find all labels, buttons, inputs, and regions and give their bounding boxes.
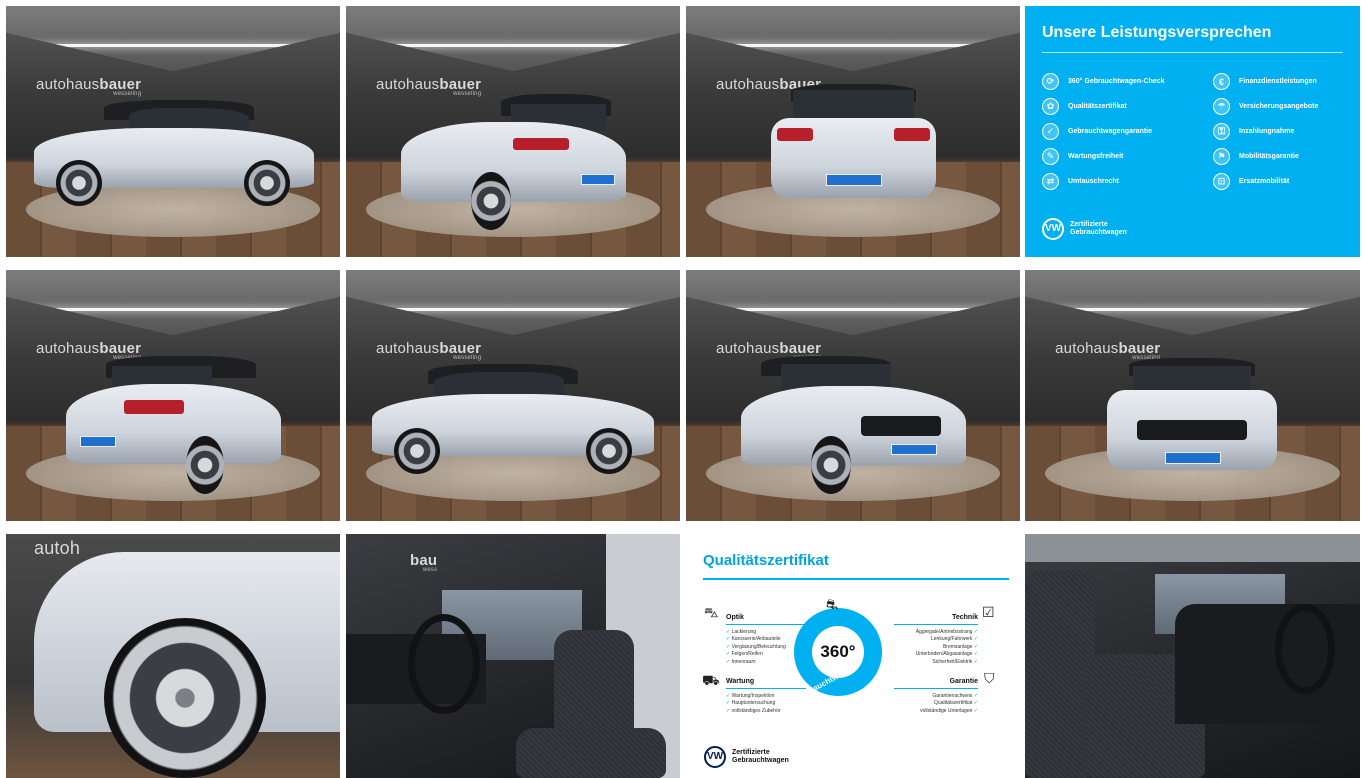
service-truck-icon: ⛟ [702,672,720,688]
photo-front-left[interactable]: autohausbauerwesseling [686,270,1020,521]
finance-icon: € [1213,73,1230,90]
photo-rear-left-2[interactable]: autohausbauerwesseling [6,270,340,521]
insurance-icon: ☂ [1213,98,1230,115]
certificate-title: Qualitätszertifikat [703,552,829,569]
dealer-watermark: autohausbauerwesseling [376,340,482,362]
technik-column: Technik Aggregate/Antriebsstrang ✓ Lenku… [894,614,978,666]
exchange-icon: ⇄ [1042,173,1059,190]
promise-item: ☂ Versicherungsangebote [1213,98,1318,115]
garantie-column: Garantie Garantienachweis ✓ Qualitätszer… [894,678,978,715]
certificate-icon: ✿ [1042,98,1059,115]
wrench-icon: ✎ [1042,148,1059,165]
shield-icon: ✓ [1042,123,1059,140]
wartung-column: Wartung ✓ Wartung/Inspektion ✓ Hauptunte… [726,678,806,715]
photo-interior-driver[interactable]: bau wess [346,534,680,778]
car-optics-icon: ⛍ [704,604,719,620]
promise-item: € Finanzdienstleistungen [1213,73,1317,90]
photo-rear[interactable]: autohausbauerwesseling [686,6,1020,257]
photo-rear-left[interactable]: autohausbauer wesseling [346,6,680,257]
technical-check-icon: ☑ [982,604,995,620]
car-rear-quarter-view [66,356,286,496]
dealer-watermark: autohausbauerwesseling [36,76,142,98]
car-inspection-icon: ⛐ [826,596,839,612]
car-side-view [372,364,654,476]
vw-logo-icon: VW [704,746,726,768]
dealer-watermark: bau wess [410,552,438,573]
promise-item: ⊡ Ersatzmobilität [1213,173,1289,190]
photo-interior-passenger[interactable] [1025,534,1360,778]
promise-title: Unsere Leistungsversprechen [1042,24,1272,41]
wheel-rim [104,618,266,778]
dealer-watermark: autoh [34,538,81,558]
promise-item: ⇄ Umtauschrecht [1042,173,1119,190]
performance-promise-panel: Unsere Leistungsversprechen ⟳ 360° Gebrau… [1025,6,1360,257]
photo-side-left[interactable]: autohausbauer wesseling [6,6,340,257]
vw-logo-icon: VW [1042,218,1064,240]
car-side-view [34,98,314,208]
mobility-icon: ⚑ [1213,148,1230,165]
quality-certificate-panel: Qualitätszertifikat ⛍ Optik ✓ Lackierung… [686,534,1020,778]
photo-side-right[interactable]: autohausbauer wesseling [346,270,680,521]
promise-item: ⚑ Mobilitätsgarantie [1213,148,1299,165]
photo-front[interactable]: autohausbauer wesseling [1025,270,1360,521]
photo-wheel[interactable]: autoh [6,534,340,778]
promise-item: ⚿ Inzahlungnahme [1213,123,1294,140]
trade-in-icon: ⚿ [1213,123,1230,140]
car-rear-view [771,84,936,219]
certified-used-cars-badge: VW Zertifizierte Gebrauchtwagen [704,746,789,768]
shield-check-icon: ⛉ [984,670,995,686]
check-360-badge: 360° Gebrauchtwagen-Check [794,608,882,710]
car-front-view [1107,358,1277,483]
car-check-icon: ⟳ [1042,73,1059,90]
car-rear-quarter-view [401,94,631,234]
promise-item: ✎ Wartungsfreiheit [1042,148,1123,165]
promise-item: ⟳ 360° Gebrauchtwagen-Check [1042,73,1165,90]
promise-item: ✓ Gebrauchtwagengarantie [1042,123,1152,140]
certified-used-cars-badge: VW Zertifizierte Gebrauchtwagen [1042,218,1127,240]
replacement-car-icon: ⊡ [1213,173,1230,190]
car-front-quarter-view [741,356,971,496]
promise-item: ✿ Qualitätszertifikat [1042,98,1127,115]
